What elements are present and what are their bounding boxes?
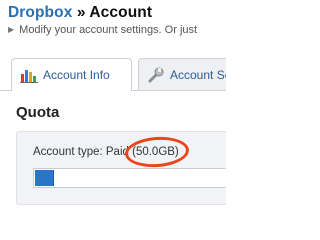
triangle-right-icon: ▶ <box>8 25 15 34</box>
subtitle-text: Modify your account settings. Or just <box>19 24 198 36</box>
wrench-icon <box>147 67 165 83</box>
account-type-value-wrap: (50.0GB) <box>124 134 191 170</box>
account-type-value: (50.0GB) <box>132 146 179 158</box>
dropbox-home-link[interactable]: Dropbox <box>8 4 72 21</box>
tab-account-info-label: Account Info <box>43 68 110 82</box>
tab-account-info[interactable]: Account Info <box>11 58 132 91</box>
bar-chart-icon <box>20 67 38 83</box>
quota-usage-bar <box>33 168 226 188</box>
page-title: Dropbox » Account <box>8 4 152 22</box>
breadcrumb-separator: » <box>72 4 90 21</box>
account-page: Dropbox » Account ▶ Modify your account s… <box>0 0 226 205</box>
quota-heading: Quota <box>16 104 60 121</box>
account-type-label: Account type: Paid <box>33 146 129 158</box>
quota-usage-fill <box>35 170 54 186</box>
page-subtitle: ▶ Modify your account settings. Or just <box>8 24 197 36</box>
account-type: Account type: Paid (50.0GB) <box>33 134 191 170</box>
tab-account-settings-label: Account Settings <box>170 67 226 82</box>
tab-bar: Account Info Account Settings <box>0 52 226 91</box>
quota-panel: Account type: Paid (50.0GB) <box>16 131 226 205</box>
tab-account-settings[interactable]: Account Settings <box>138 58 226 90</box>
page-name: Account <box>89 4 153 21</box>
